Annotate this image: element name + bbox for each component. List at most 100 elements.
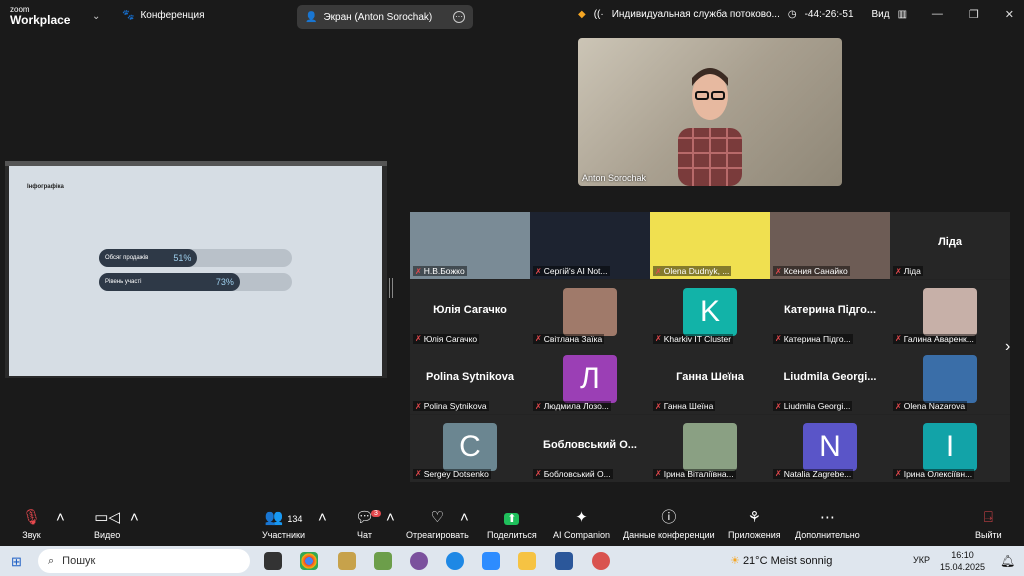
participant-avatar: I — [923, 422, 977, 471]
mic-muted-icon: ✗ — [775, 469, 782, 478]
more-icon[interactable]: ··· — [453, 11, 465, 23]
participant-tile[interactable]: Юлія Сагачко ✗ Юлія Сагачко — [410, 279, 530, 347]
participant-tile[interactable]: Катерина Підго... ✗ Катерина Підго... — [770, 279, 890, 347]
split-handle[interactable] — [389, 278, 393, 298]
participant-name: Сергій's AI Not... — [543, 266, 608, 276]
clock[interactable]: 16:10 15.04.2025 — [940, 549, 985, 573]
notification-icon[interactable]: 🔔︎ — [1000, 554, 1015, 568]
participant-name-label: ✗ Юлія Сагачко — [413, 333, 480, 344]
share-button[interactable]: ⬆ Поделиться — [487, 508, 537, 540]
leave-label: Выйти — [975, 530, 1002, 540]
windows-start-icon[interactable]: ⊞ — [11, 554, 22, 570]
mic-muted-icon: ✗ — [655, 469, 662, 478]
participants-chevron-icon[interactable]: ˄ — [318, 508, 327, 528]
view-grid-icon[interactable]: ▥ — [898, 9, 907, 20]
language-indicator[interactable]: УКР — [913, 555, 930, 565]
taskbar-search[interactable]: ⌕ Пошук — [38, 549, 250, 573]
file-explorer-icon[interactable] — [518, 552, 536, 570]
participant-tile[interactable]: ✗ Світлана Заїка — [530, 279, 650, 347]
participant-tile[interactable]: Л ✗ Людмила Лозо... — [530, 347, 650, 414]
chat-button[interactable]: 💬︎ 3 Чат — [355, 508, 381, 540]
apps-button[interactable]: ⚘ Приложения — [728, 508, 781, 540]
participant-tile[interactable]: Ліда ✗ Ліда — [890, 212, 1010, 279]
mic-muted-icon: ✗ — [895, 401, 902, 411]
participant-name: Світлана Заїка — [543, 333, 603, 344]
participant-name-label: ✗ Галина Аваренк... — [893, 333, 976, 344]
mic-muted-icon: ✗ — [415, 266, 422, 276]
bar-label: Рівень участі — [105, 279, 142, 285]
sales-bar: Обсяг продажів 51% — [99, 249, 198, 267]
edge-icon[interactable] — [446, 552, 464, 570]
meeting-info-button[interactable]: ⓘ Данные конференции — [623, 508, 715, 540]
participant-name-label: ✗ Ірина Олексіївн... — [893, 468, 975, 479]
participant-name-label: ✗ Ксения Санайко — [773, 266, 850, 276]
chat-chevron-icon[interactable]: ˄ — [386, 508, 395, 528]
ai-companion-button[interactable]: ✦ AI Companion — [553, 508, 610, 540]
participant-name: Бобловський О... — [543, 468, 611, 479]
more-label: Дополнительно — [795, 530, 860, 540]
bar-percent: 73% — [215, 277, 234, 287]
participants-button[interactable]: 👥 134 Участники — [262, 508, 305, 540]
logo-bottom: Workplace — [10, 13, 71, 27]
video-button[interactable]: ▭◁ Видео — [94, 508, 120, 540]
participant-tile[interactable]: K ✗ Kharkiv IT Cluster — [650, 279, 770, 347]
apps-label: Приложения — [728, 530, 781, 540]
audio-options-chevron-icon[interactable]: ˄ — [56, 508, 65, 528]
view-menu[interactable]: Вид — [872, 9, 890, 20]
shared-screen[interactable]: Інфографіка Обсяг продажів 51% Рівень уч… — [5, 161, 387, 378]
chrome-icon[interactable] — [300, 552, 318, 570]
weather-widget[interactable]: ☀ 21°C Meist sonnig — [730, 554, 832, 567]
participant-tile[interactable]: ✗ Olena Dudnyk, ... — [650, 212, 770, 279]
participant-name-label: ✗ Людмила Лозо... — [533, 401, 611, 411]
viber-icon[interactable] — [410, 552, 428, 570]
video-options-chevron-icon[interactable]: ˄ — [130, 508, 139, 528]
zoom-app-icon[interactable] — [482, 552, 500, 570]
user-avatar-icon: 👤 — [305, 11, 318, 23]
screen-share-pill[interactable]: 👤 Экран (Anton Sorochak) ··· — [297, 5, 473, 29]
sparkle-icon: ✦ — [575, 509, 588, 526]
participant-tile[interactable]: ✗ Olena Nazarova — [890, 347, 1010, 414]
maximize-icon[interactable]: ❐ — [969, 8, 979, 21]
react-chevron-icon[interactable]: ˄ — [460, 508, 469, 528]
participant-tile[interactable]: ✗ Сергій's AI Not... — [530, 212, 650, 279]
word-icon[interactable] — [555, 552, 573, 570]
leave-button[interactable]: ⍈ Выйти — [975, 508, 1002, 540]
participant-name: Kharkiv IT Cluster — [663, 333, 732, 344]
participant-name: Ліда — [903, 266, 921, 276]
task-view-icon[interactable] — [264, 552, 282, 570]
app-icon[interactable] — [338, 552, 356, 570]
stream-service-label[interactable]: Индивидуальная служба потоково... — [612, 9, 780, 20]
conference-label: Конференция — [140, 10, 205, 21]
participant-tile[interactable]: Ганна Шеїна ✗ Ганна Шеїна — [650, 347, 770, 414]
participant-name: Natalia Zagrebe... — [783, 468, 852, 479]
active-speaker-video[interactable]: Anton Sorochak — [578, 38, 842, 186]
speaker-name: Anton Sorochak — [582, 173, 647, 183]
search-icon: ⌕ — [48, 554, 55, 567]
participant-tile[interactable]: ✗ Ксения Санайко — [770, 212, 890, 279]
participant-tile[interactable]: C ✗ Sergey Dotsenko — [410, 414, 530, 482]
conference-menu[interactable]: 🐾 Конференция — [122, 10, 205, 21]
video-camera-icon: ▭◁ — [94, 509, 120, 526]
chat-unread-badge: 3 — [371, 510, 381, 517]
participant-tile[interactable]: I ✗ Ірина Олексіївн... — [890, 414, 1010, 482]
participant-tile[interactable]: ✗ Ірина Віталіївна... — [650, 414, 770, 482]
participant-tile[interactable]: ✗ Н.В.Божко — [410, 212, 530, 279]
app-icon[interactable] — [592, 552, 610, 570]
participant-tile[interactable]: N ✗ Natalia Zagrebe... — [770, 414, 890, 482]
minimize-icon[interactable]: — — [932, 8, 943, 21]
close-icon[interactable]: ✕ — [1005, 8, 1014, 21]
chevron-down-icon[interactable]: ⌄ — [92, 11, 100, 22]
chat-label: Чат — [357, 530, 372, 540]
mic-muted-icon: ✗ — [415, 469, 422, 478]
slide: Інфографіка Обсяг продажів 51% Рівень уч… — [9, 166, 382, 376]
participant-tile[interactable]: Liudmila Georgi... ✗ Liudmila Georgi... — [770, 347, 890, 414]
participant-tile[interactable]: Бобловський О... ✗ Бобловський О... — [530, 414, 650, 482]
participant-tile[interactable]: Polina Sytnikova ✗ Polina Sytnikova — [410, 347, 530, 414]
mic-muted-icon: ✗ — [655, 266, 662, 276]
next-page-arrow-icon[interactable]: › — [1005, 338, 1010, 356]
mic-muted-icon: ✗ — [415, 334, 422, 343]
app-icon[interactable] — [374, 552, 392, 570]
audio-button[interactable]: 🎙︎ Звук — [22, 508, 41, 540]
participant-tile[interactable]: ✗ Галина Аваренк... — [890, 279, 1010, 347]
more-button[interactable]: ⋯ Дополнительно — [795, 508, 860, 540]
